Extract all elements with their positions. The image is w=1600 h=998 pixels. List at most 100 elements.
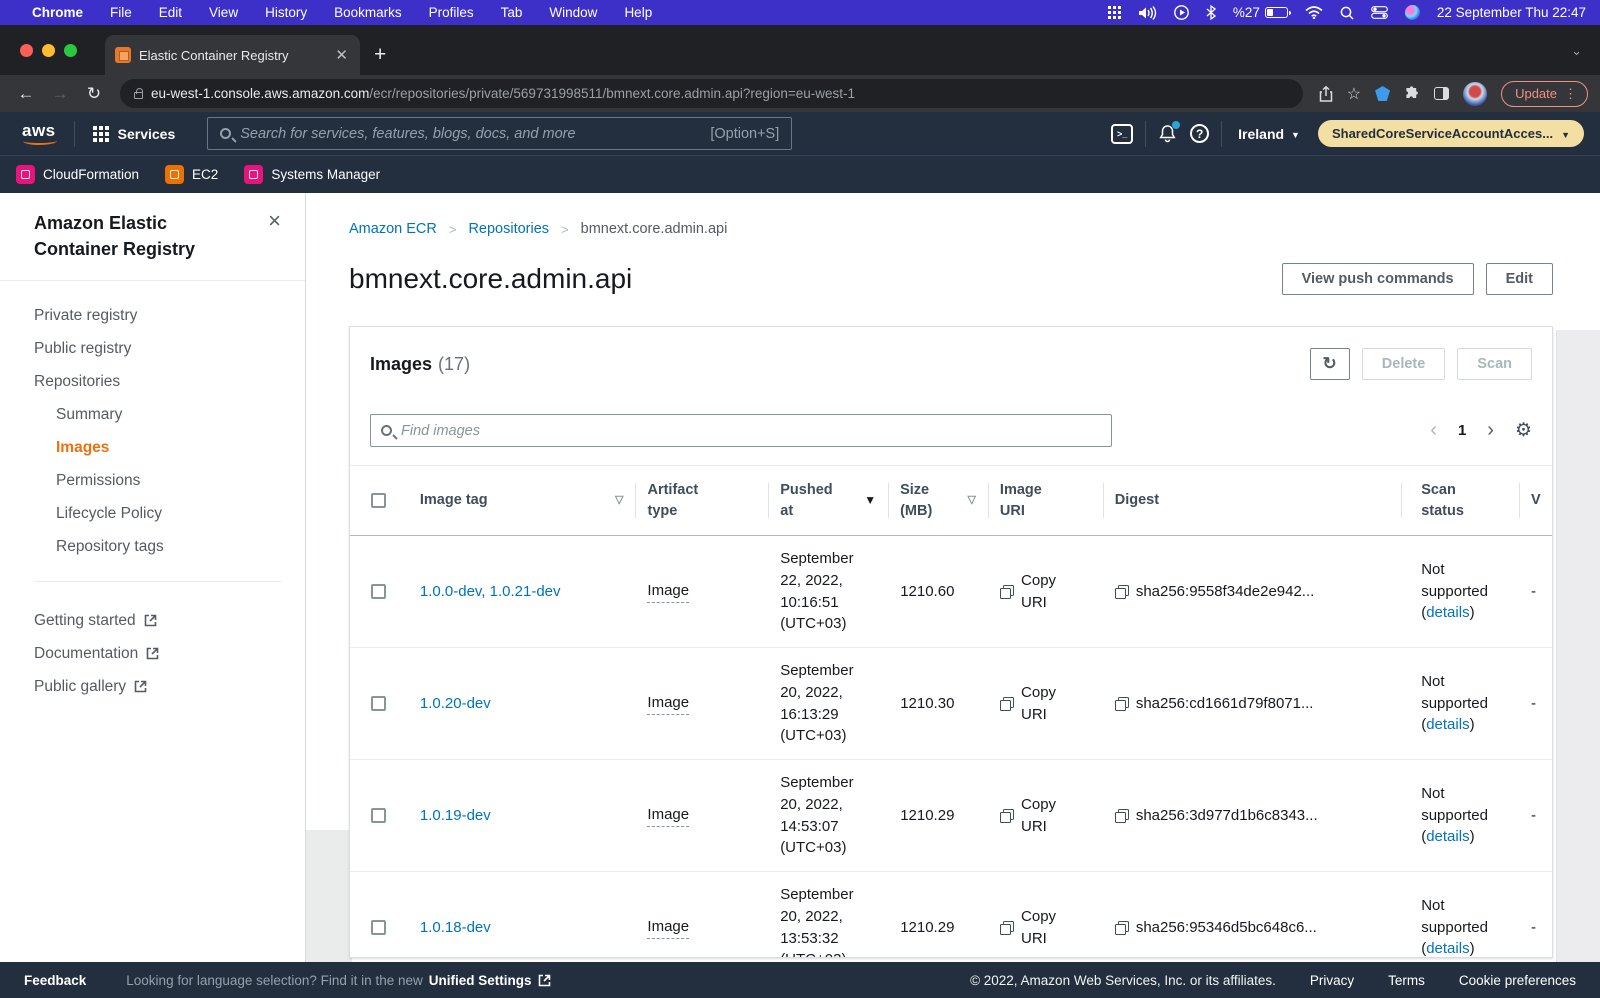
copy-icon[interactable] <box>1115 585 1129 599</box>
copy-icon[interactable] <box>1000 697 1014 711</box>
image-tag-link[interactable]: 1.0.0-dev, 1.0.21-dev <box>420 581 561 603</box>
account-menu[interactable]: SharedCoreServiceAccountAcces... ▼ <box>1318 120 1584 147</box>
sidebar-item-private-registry[interactable]: Private registry <box>0 299 305 332</box>
menu-profiles[interactable]: Profiles <box>429 5 474 20</box>
sidebar-item-summary[interactable]: Summary <box>0 398 305 431</box>
forward-button[interactable]: → <box>46 84 74 104</box>
aws-search-box[interactable]: [Option+S] <box>207 117 792 150</box>
delete-button[interactable]: Delete <box>1362 348 1446 380</box>
column-header-v[interactable]: V <box>1519 466 1552 535</box>
menu-bookmarks[interactable]: Bookmarks <box>334 5 402 20</box>
copy-uri-button[interactable]: Copy URI <box>1021 794 1067 838</box>
settings-gear-icon[interactable]: ⚙ <box>1515 419 1532 442</box>
menu-file[interactable]: File <box>110 5 132 20</box>
copy-icon[interactable] <box>1000 921 1014 935</box>
column-header-image-tag[interactable]: Image tag▽ <box>408 466 636 535</box>
copy-icon[interactable] <box>1115 697 1129 711</box>
sidebar-item-repository-tags[interactable]: Repository tags <box>0 530 305 563</box>
breadcrumb-item[interactable]: Repositories <box>468 221 549 237</box>
previous-page-icon[interactable]: ‹ <box>1430 419 1437 442</box>
menu-help[interactable]: Help <box>624 5 652 20</box>
scan-details-link[interactable]: details <box>1426 716 1469 733</box>
browser-tab[interactable]: Elastic Container Registry ✕ <box>105 35 360 75</box>
view-push-commands-button[interactable]: View push commands <box>1282 263 1474 295</box>
extensions-puzzle-icon[interactable] <box>1404 86 1420 102</box>
sort-icon[interactable]: ▽ <box>615 493 623 508</box>
new-tab-button[interactable]: + <box>374 43 386 75</box>
row-checkbox[interactable] <box>371 920 386 935</box>
find-images-box[interactable] <box>370 414 1112 447</box>
keypad-icon[interactable] <box>1107 5 1122 20</box>
region-selector[interactable]: Ireland ▼ <box>1234 126 1304 142</box>
sort-icon[interactable]: ▽ <box>967 493 975 508</box>
column-header-digest[interactable]: Digest <box>1103 466 1401 535</box>
menu-tab[interactable]: Tab <box>501 5 523 20</box>
minimize-window-button[interactable] <box>42 44 55 57</box>
page-number[interactable]: 1 <box>1458 422 1466 439</box>
notifications-bell-icon[interactable] <box>1158 124 1177 143</box>
unified-settings-link[interactable]: Unified Settings <box>429 973 551 988</box>
column-header-pushed-at[interactable]: Pushed at▼ <box>768 466 888 535</box>
edit-button[interactable]: Edit <box>1486 263 1553 295</box>
column-header-image-uri[interactable]: Image URI <box>988 466 1103 535</box>
copy-icon[interactable] <box>1115 921 1129 935</box>
help-icon[interactable]: ? <box>1190 124 1209 143</box>
select-all-checkbox[interactable] <box>371 493 386 508</box>
copy-icon[interactable] <box>1000 809 1014 823</box>
refresh-button[interactable]: ↻ <box>1310 348 1350 380</box>
column-header-artifact-type[interactable]: Artifact type <box>635 466 768 535</box>
sidebar-item-public-registry[interactable]: Public registry <box>0 332 305 365</box>
reload-button[interactable]: ↻ <box>80 84 108 104</box>
sidebar-link-getting-started[interactable]: Getting started <box>0 604 305 637</box>
menu-edit[interactable]: Edit <box>159 5 182 20</box>
favorite-systems-manager[interactable]: Systems Manager <box>244 165 380 184</box>
privacy-link[interactable]: Privacy <box>1310 973 1354 988</box>
bookmark-star-icon[interactable]: ☆ <box>1347 84 1361 104</box>
row-checkbox[interactable] <box>371 808 386 823</box>
battery-indicator[interactable]: %27 <box>1233 5 1288 20</box>
next-page-icon[interactable]: › <box>1487 419 1494 442</box>
find-images-input[interactable] <box>401 423 1101 439</box>
side-panel-icon[interactable] <box>1434 87 1449 100</box>
scan-details-link[interactable]: details <box>1426 828 1469 845</box>
back-button[interactable]: ← <box>12 84 40 104</box>
copy-icon[interactable] <box>1000 585 1014 599</box>
siri-icon[interactable] <box>1405 5 1420 20</box>
menu-history[interactable]: History <box>265 5 307 20</box>
scan-details-link[interactable]: details <box>1426 604 1469 621</box>
image-tag-link[interactable]: 1.0.19-dev <box>420 805 491 827</box>
copy-uri-button[interactable]: Copy URI <box>1021 682 1067 726</box>
zoom-window-button[interactable] <box>64 44 77 57</box>
spotlight-search-icon[interactable] <box>1340 6 1354 20</box>
header-checkbox-cell[interactable] <box>350 466 408 535</box>
wifi-icon[interactable] <box>1305 6 1323 19</box>
sidebar-item-images[interactable]: Images <box>0 431 305 464</box>
close-window-button[interactable] <box>20 44 33 57</box>
breadcrumb-item[interactable]: Amazon ECR <box>349 221 437 237</box>
profile-avatar[interactable] <box>1463 82 1487 106</box>
feedback-button[interactable]: Feedback <box>24 973 86 988</box>
menu-window[interactable]: Window <box>549 5 597 20</box>
image-tag-link[interactable]: 1.0.20-dev <box>420 693 491 715</box>
terms-link[interactable]: Terms <box>1388 973 1425 988</box>
control-center-icon[interactable] <box>1371 6 1388 19</box>
sidebar-link-documentation[interactable]: Documentation <box>0 637 305 670</box>
extension-pin-icon[interactable] <box>1375 86 1390 101</box>
scan-details-link[interactable]: details <box>1426 940 1469 957</box>
sidebar-link-public-gallery[interactable]: Public gallery <box>0 670 305 703</box>
sidebar-item-lifecycle-policy[interactable]: Lifecycle Policy <box>0 497 305 530</box>
tab-search-chevron-icon[interactable]: ⌄ <box>1571 43 1582 59</box>
lock-icon[interactable] <box>134 92 143 99</box>
column-header-scan-status[interactable]: Scan status <box>1401 466 1519 535</box>
aws-search-input[interactable] <box>240 126 701 142</box>
bluetooth-icon[interactable] <box>1206 5 1216 20</box>
copy-uri-button[interactable]: Copy URI <box>1021 570 1067 614</box>
copy-uri-button[interactable]: Copy URI <box>1021 906 1067 950</box>
menu-view[interactable]: View <box>209 5 238 20</box>
aws-logo[interactable]: aws <box>16 121 62 147</box>
cloudshell-icon[interactable]: >_ <box>1111 124 1133 144</box>
favorite-cloudformation[interactable]: CloudFormation <box>16 165 139 184</box>
volume-icon[interactable] <box>1139 6 1157 20</box>
row-checkbox[interactable] <box>371 584 386 599</box>
services-menu-button[interactable]: Services <box>87 126 182 142</box>
